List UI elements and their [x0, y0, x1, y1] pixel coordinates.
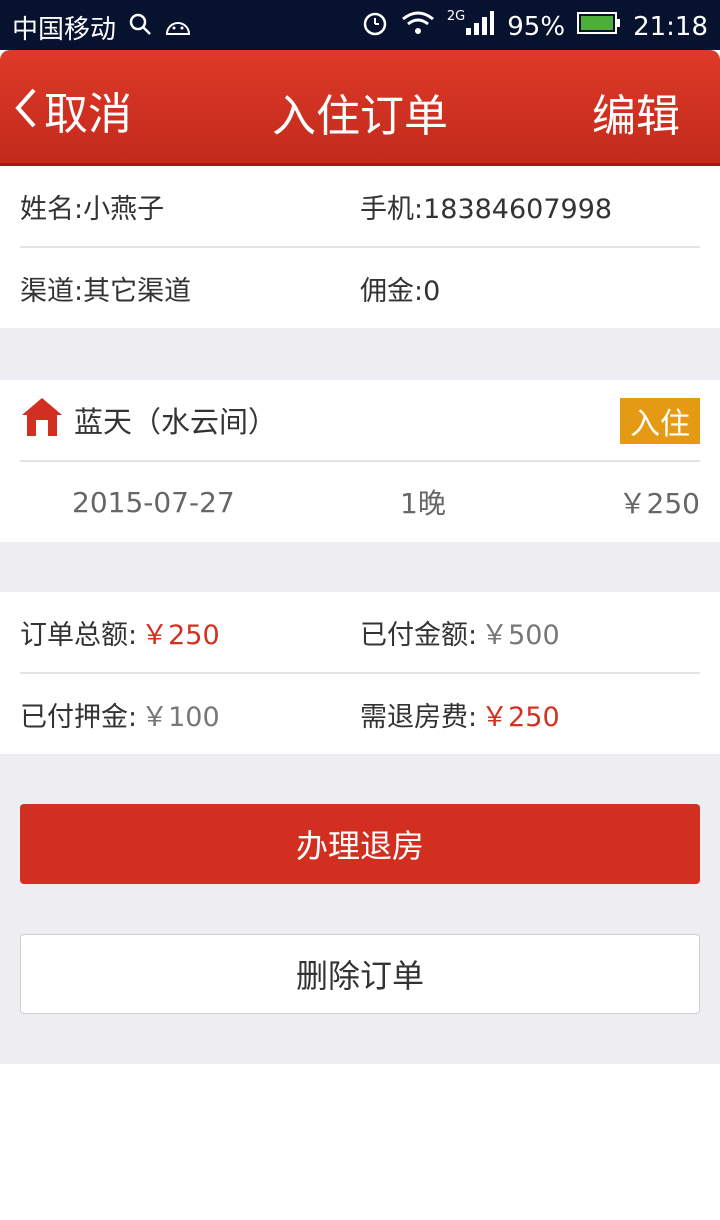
room-name: 蓝天（水云间） [74, 405, 278, 439]
carrier-name: 中国移动 [12, 15, 117, 45]
paid-amount-label: 已付金额: [360, 619, 478, 651]
guest-info-section: 姓名:小燕子 手机:18384607998 渠道:其它渠道 佣金:0 [0, 166, 720, 328]
stay-date: 2015-07-27 [72, 485, 235, 519]
status-left: 中国移动 [12, 9, 192, 46]
room-header: 蓝天（水云间） [20, 380, 700, 460]
refund-amount: 需退房费: ￥250 [360, 695, 560, 734]
order-total-label: 订单总额: [20, 619, 138, 651]
title-bar: 取消 入住订单 编辑 [0, 50, 720, 166]
delete-order-button[interactable]: 删除订单 [20, 934, 700, 1014]
room-section: 蓝天（水云间） 入住 2015-07-27 1晚 ￥250 [0, 380, 720, 542]
refund-label: 需退房费: [360, 701, 478, 733]
guest-name: 姓名:小燕子 [20, 193, 165, 225]
summary-row-1: 订单总额: ￥250 已付金额: ￥500 [20, 592, 700, 672]
guest-commission: 佣金:0 [360, 275, 441, 307]
room-price: ￥250 [618, 487, 700, 520]
status-bar: 中国移动 2G 95% 21:18 [0, 0, 720, 50]
guest-row-1: 姓名:小燕子 手机:18384607998 [20, 166, 700, 246]
section-gap [0, 328, 720, 380]
signal-icon [465, 10, 495, 43]
guest-channel: 渠道:其它渠道 [20, 275, 192, 307]
home-icon [20, 395, 64, 446]
order-total-value: ￥250 [141, 619, 220, 651]
paid-amount: 已付金额: ￥500 [360, 613, 560, 652]
stay-nights: 1晚 [400, 487, 446, 520]
payment-summary-section: 订单总额: ￥250 已付金额: ￥500 已付押金: ￥100 需退房费: ￥… [0, 592, 720, 754]
section-gap [0, 542, 720, 592]
network-type: 2G [446, 9, 466, 24]
android-icon [164, 13, 192, 43]
refund-value: ￥250 [481, 701, 560, 733]
battery-percent: 95% [507, 11, 566, 42]
checkout-button[interactable]: 办理退房 [20, 804, 700, 884]
clock: 21:18 [633, 11, 708, 42]
room-detail-row: 2015-07-27 1晚 ￥250 [20, 462, 700, 542]
guest-phone: 手机:18384607998 [360, 193, 613, 225]
guest-row-2: 渠道:其它渠道 佣金:0 [20, 248, 700, 328]
battery-icon [577, 10, 621, 43]
paid-amount-value: ￥500 [481, 619, 560, 651]
alarm-icon [361, 9, 389, 44]
actions-area [0, 754, 720, 1064]
edit-button[interactable]: 编辑 [592, 80, 680, 144]
deposit-label: 已付押金: [20, 701, 138, 733]
wifi-icon [401, 10, 435, 43]
status-badge: 入住 [620, 398, 700, 444]
summary-row-2: 已付押金: ￥100 需退房费: ￥250 [20, 674, 700, 754]
search-icon [128, 12, 152, 43]
deposit-value: ￥100 [141, 701, 220, 733]
status-right: 2G 95% 21:18 [361, 9, 708, 44]
